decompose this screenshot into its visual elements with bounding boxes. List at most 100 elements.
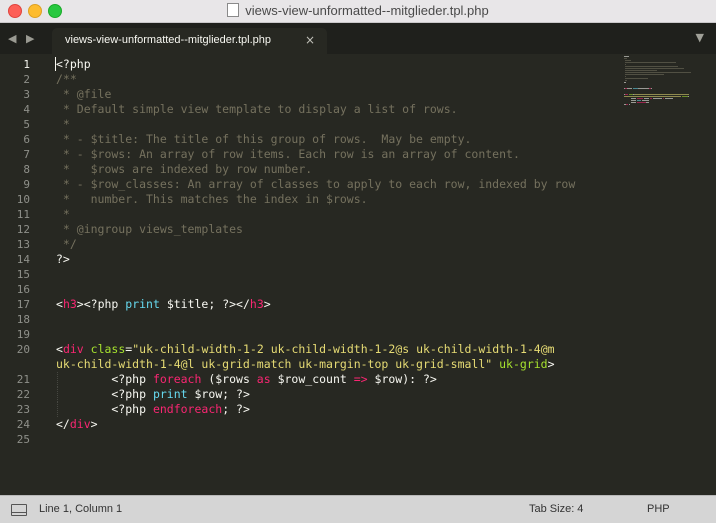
line-number: 13 [16, 238, 30, 251]
code-token: print [152, 387, 188, 401]
line-number: 5 [23, 118, 30, 131]
code-line: <div class="uk-child-width-1-2 uk-child-… [56, 342, 555, 357]
code-token: foreach [152, 372, 202, 386]
minimap-line [624, 76, 626, 77]
code-token: ><?php [76, 297, 126, 311]
code-token: h3 [62, 297, 77, 311]
minimap-line [624, 68, 685, 69]
minimap-line [633, 94, 689, 95]
minimap-line [633, 88, 638, 89]
code-token: h3 [249, 297, 264, 311]
minimap-line [624, 78, 649, 79]
code-token: uk-grid [499, 357, 548, 371]
line-number: 18 [16, 313, 30, 326]
code-token: * number. This matches the index in $row… [56, 192, 368, 206]
minimap-line [631, 102, 636, 103]
line-number: 7 [23, 148, 30, 161]
line-number: 17 [16, 298, 30, 311]
code-line: * - $title: The title of this group of r… [56, 132, 472, 147]
line-number: 15 [16, 268, 30, 281]
minimap-line [643, 98, 650, 99]
minimap-line [636, 102, 646, 103]
code-token: * - $title: The title of this group of r… [56, 132, 472, 146]
code-token: <?php [56, 372, 153, 386]
line-number: 4 [23, 103, 30, 116]
code-token: < [56, 297, 63, 311]
code-token: > [547, 357, 555, 371]
minimap-line [631, 98, 636, 99]
code-token: /** [56, 72, 77, 86]
code-token: $row): ?> [367, 372, 437, 386]
minimap-line [687, 96, 689, 97]
minimap-line [624, 82, 626, 83]
minimap-line [636, 98, 643, 99]
code-token: "uk-child-width-1-2 uk-child-width-1-2@s… [132, 342, 555, 356]
code-token: * $rows are indexed by row number. [56, 162, 313, 176]
minimap-line [652, 98, 662, 99]
tab-close-icon[interactable]: × [305, 33, 315, 47]
code-token: ?> [56, 252, 70, 266]
line-number: 25 [16, 433, 30, 446]
line-number: 12 [16, 223, 30, 236]
tab-label: views-view-unformatted--mitglieder.tpl.p… [65, 34, 272, 46]
code-token: print [125, 297, 160, 311]
line-number: 10 [16, 193, 30, 206]
tab-nav-arrows-icon[interactable]: ◀ ▶ [8, 32, 37, 45]
panel-toggle-icon[interactable] [11, 504, 27, 516]
line-number: 19 [16, 328, 30, 341]
minimap-line [624, 56, 629, 57]
code-line: * [56, 117, 70, 132]
tab-size-selector[interactable]: Tab Size: 4 [529, 503, 583, 515]
minimap-line [645, 102, 650, 103]
minimap-line [642, 100, 650, 101]
window-title: views-view-unformatted--mitglieder.tpl.p… [0, 3, 716, 18]
line-number-gutter: 1 2 3 4 5 6 7 8 9 10 11 12 13 14 15 16 17 18 19 20 21 22 23 24 2… [0, 54, 40, 495]
code-token: as [256, 372, 271, 386]
syntax-selector[interactable]: PHP [647, 503, 670, 515]
tab-file[interactable]: views-view-unformatted--mitglieder.tpl.p… [52, 28, 327, 54]
minimap[interactable] [622, 54, 716, 495]
line-number: 8 [23, 163, 30, 176]
tab-dropdown-icon[interactable]: ▼ [696, 31, 704, 44]
minimap-line [638, 88, 650, 89]
minimap-line [662, 98, 665, 99]
minimap-line [624, 60, 632, 61]
line-number: 3 [23, 88, 30, 101]
code-token: <?php [56, 387, 153, 401]
minimap-line [651, 88, 652, 89]
line-number: 2 [23, 73, 30, 86]
code-line: * Default simple view template to displa… [56, 102, 458, 117]
code-line: <?php print $row; ?> [56, 387, 250, 402]
line-number: 16 [16, 283, 30, 296]
code-line: * @file [56, 87, 111, 102]
code-editor[interactable]: 1 2 3 4 5 6 7 8 9 10 11 12 13 14 15 16 17 18 19 20 21 22 23 24 2… [0, 54, 716, 495]
minimap-line [624, 70, 658, 71]
code-line: * [56, 207, 70, 222]
status-bar: Line 1, Column 1 Tab Size: 4 PHP [0, 495, 716, 523]
code-token: $title; ?></ [159, 297, 250, 311]
cursor-position: Line 1, Column 1 [39, 503, 123, 515]
minimap-line [624, 66, 678, 67]
code-token: <?php [56, 57, 91, 71]
code-token: class [90, 342, 126, 356]
code-line: /** [56, 72, 77, 87]
indent-guide [57, 372, 58, 387]
line-number: 23 [16, 403, 30, 416]
code-line: * - $rows: An array of row items. Each r… [56, 147, 520, 162]
text-cursor [55, 57, 56, 71]
code-line: */ [56, 237, 77, 252]
minimap-line [624, 94, 628, 95]
minimap-line [624, 72, 692, 73]
code-token: $row; ?> [187, 387, 250, 401]
minimap-line [665, 98, 674, 99]
code-token: endforeach [152, 402, 223, 416]
line-number: 6 [23, 133, 30, 146]
code-line: ?> [56, 252, 70, 267]
title-bar: views-view-unformatted--mitglieder.tpl.p… [0, 0, 716, 23]
minimap-line [624, 80, 627, 81]
line-number: 20 [16, 343, 30, 356]
code-line: * number. This matches the index in $row… [56, 192, 368, 207]
code-token: div [69, 417, 91, 431]
code-line: * @ingroup views_templates [56, 222, 243, 237]
code-token: <?php [56, 402, 153, 416]
